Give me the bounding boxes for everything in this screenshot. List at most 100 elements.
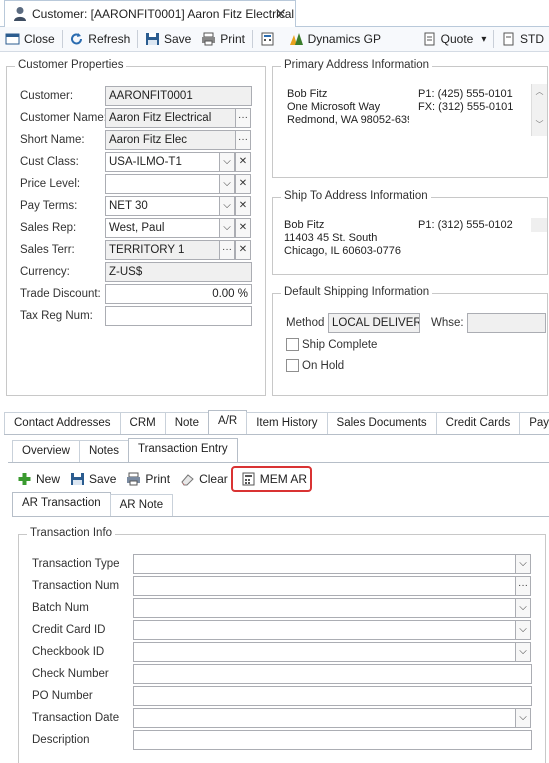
customer-name-label: Customer Name: bbox=[20, 112, 107, 124]
chevron-down-icon[interactable]: ⌵ bbox=[515, 598, 531, 618]
chevron-down-icon[interactable]: ⌵ bbox=[515, 554, 531, 574]
transaction-num-field[interactable] bbox=[133, 576, 516, 596]
clear-pay-terms-icon[interactable]: ✕ bbox=[235, 196, 251, 216]
method-field[interactable]: LOCAL DELIVERY bbox=[328, 313, 420, 333]
credit-card-id-label: Credit Card ID bbox=[32, 624, 106, 636]
chevron-down-icon[interactable]: ⌵ bbox=[219, 218, 235, 238]
print-transaction-button[interactable]: Print bbox=[121, 468, 175, 490]
trade-discount-field[interactable]: 0.00 % bbox=[105, 284, 252, 304]
description-field[interactable] bbox=[133, 730, 532, 750]
sales-terr-lookup-button[interactable]: ··· bbox=[219, 240, 235, 260]
ship-to-phone-1: P1: (312) 555-0102 bbox=[418, 219, 513, 231]
ar-tabs-baseline bbox=[8, 462, 549, 463]
quote-dropdown-icon[interactable]: ▾ bbox=[481, 34, 486, 45]
credit-card-id-select[interactable] bbox=[133, 620, 516, 640]
short-name-lookup-button[interactable]: ··· bbox=[235, 130, 251, 150]
new-transaction-button[interactable]: New bbox=[12, 468, 65, 490]
std-button[interactable]: STD bbox=[496, 28, 549, 50]
transaction-num-lookup-button[interactable]: ··· bbox=[515, 576, 531, 596]
transaction-type-select[interactable] bbox=[133, 554, 516, 574]
close-window-icon bbox=[5, 33, 20, 45]
tab-credit-cards[interactable]: Credit Cards bbox=[435, 412, 521, 434]
close-tab-icon[interactable]: ✕ bbox=[274, 5, 287, 23]
primary-phone-1: P1: (425) 555-0101 bbox=[418, 88, 513, 100]
tab-payfabric[interactable]: PayFa bbox=[519, 412, 549, 434]
tab-ar-note[interactable]: AR Note bbox=[109, 494, 174, 516]
chevron-down-icon[interactable]: ⌵ bbox=[515, 708, 531, 728]
refresh-button[interactable]: Refresh bbox=[64, 28, 135, 50]
customer-name-field[interactable]: Aaron Fitz Electrical bbox=[105, 108, 236, 128]
scroll-up-icon[interactable]: ︿ bbox=[532, 86, 547, 97]
chevron-down-icon[interactable]: ⌵ bbox=[219, 196, 235, 216]
sales-rep-select[interactable]: West, Paul bbox=[105, 218, 220, 238]
cust-class-select[interactable]: USA-ILMO-T1 bbox=[105, 152, 220, 172]
chevron-down-icon[interactable]: ⌵ bbox=[219, 174, 235, 194]
batch-num-label: Batch Num bbox=[32, 602, 89, 614]
method-label: Method bbox=[286, 317, 325, 329]
tab-item-history[interactable]: Item History bbox=[246, 412, 328, 434]
chevron-down-icon[interactable]: ⌵ bbox=[515, 642, 531, 662]
tab-ar-transaction[interactable]: AR Transaction bbox=[12, 492, 111, 516]
save-button-label: Save bbox=[163, 32, 192, 46]
dynamics-gp-button[interactable]: Dynamics GP bbox=[284, 28, 386, 50]
save-button[interactable]: Save bbox=[140, 28, 196, 50]
po-number-field[interactable] bbox=[133, 686, 532, 706]
printer-icon bbox=[127, 472, 141, 486]
description-label: Description bbox=[32, 734, 90, 746]
tab-contact-addresses[interactable]: Contact Addresses bbox=[4, 412, 121, 434]
ship-complete-checkbox[interactable] bbox=[286, 338, 299, 351]
tax-reg-num-field[interactable] bbox=[105, 306, 252, 326]
customer-document-tab[interactable]: Customer: [AARONFIT0001] Aaron Fitz Elec… bbox=[4, 0, 296, 27]
clear-cust-class-icon[interactable]: ✕ bbox=[235, 152, 251, 172]
ship-to-address-title: Ship To Address Information bbox=[281, 190, 431, 202]
quote-button[interactable]: Quote ▾ bbox=[417, 28, 492, 50]
customer-id-field[interactable]: AARONFIT0001 bbox=[105, 86, 252, 106]
std-button-label: STD bbox=[519, 32, 544, 46]
primary-address-scrollbar[interactable]: ︿ ﹀ bbox=[531, 84, 547, 136]
ship-to-scrollbar[interactable] bbox=[531, 218, 547, 232]
chevron-down-icon[interactable]: ⌵ bbox=[515, 620, 531, 640]
currency-field[interactable]: Z-US$ bbox=[105, 262, 252, 282]
scroll-down-icon[interactable]: ﹀ bbox=[532, 119, 547, 130]
sales-rep-label: Sales Rep: bbox=[20, 222, 77, 234]
whse-field[interactable] bbox=[467, 313, 546, 333]
tab-transaction-entry[interactable]: Transaction Entry bbox=[127, 438, 238, 462]
checkbook-id-select[interactable] bbox=[133, 642, 516, 662]
tab-overview[interactable]: Overview bbox=[12, 440, 80, 462]
tab-note[interactable]: Note bbox=[164, 412, 210, 434]
clear-price-level-icon[interactable]: ✕ bbox=[235, 174, 251, 194]
cust-class-label: Cust Class: bbox=[20, 156, 79, 168]
ship-to-street: 11403 45 St. South bbox=[284, 232, 378, 244]
tab-crm[interactable]: CRM bbox=[119, 412, 166, 434]
price-level-select[interactable] bbox=[105, 174, 220, 194]
ship-to-city-state-zip: Chicago, IL 60603-0776 bbox=[284, 245, 402, 257]
tab-notes[interactable]: Notes bbox=[78, 440, 129, 462]
save-transaction-button[interactable]: Save bbox=[65, 468, 121, 490]
save-transaction-label: Save bbox=[89, 472, 117, 486]
print-button-label: Print bbox=[220, 32, 245, 46]
sales-terr-field[interactable]: TERRITORY 1 bbox=[105, 240, 220, 260]
clear-sales-terr-icon[interactable]: ✕ bbox=[235, 240, 251, 260]
close-button[interactable]: Close bbox=[0, 28, 60, 50]
clear-transaction-button[interactable]: Clear bbox=[175, 468, 233, 490]
tab-ar[interactable]: A/R bbox=[208, 410, 248, 434]
transaction-date-picker[interactable] bbox=[133, 708, 516, 728]
new-button-label: New bbox=[36, 472, 61, 486]
tab-sales-documents[interactable]: Sales Documents bbox=[326, 412, 437, 434]
primary-city-state-zip: Redmond, WA 98052-639 bbox=[287, 114, 409, 126]
customer-id-label: Customer: bbox=[20, 90, 74, 102]
short-name-field[interactable]: Aaron Fitz Elec bbox=[105, 130, 236, 150]
calculator-button[interactable] bbox=[255, 28, 284, 50]
toolbar-divider bbox=[251, 30, 253, 48]
customer-name-lookup-button[interactable]: ··· bbox=[235, 108, 251, 128]
chevron-down-icon[interactable]: ⌵ bbox=[219, 152, 235, 172]
clear-sales-rep-icon[interactable]: ✕ bbox=[235, 218, 251, 238]
customer-person-icon bbox=[14, 7, 26, 21]
batch-num-select[interactable] bbox=[133, 598, 516, 618]
on-hold-checkbox[interactable] bbox=[286, 359, 299, 372]
document-icon bbox=[503, 32, 514, 46]
check-number-field[interactable] bbox=[133, 664, 532, 684]
pay-terms-select[interactable]: NET 30 bbox=[105, 196, 220, 216]
print-button[interactable]: Print bbox=[196, 28, 250, 50]
save-disk-icon bbox=[71, 473, 85, 485]
